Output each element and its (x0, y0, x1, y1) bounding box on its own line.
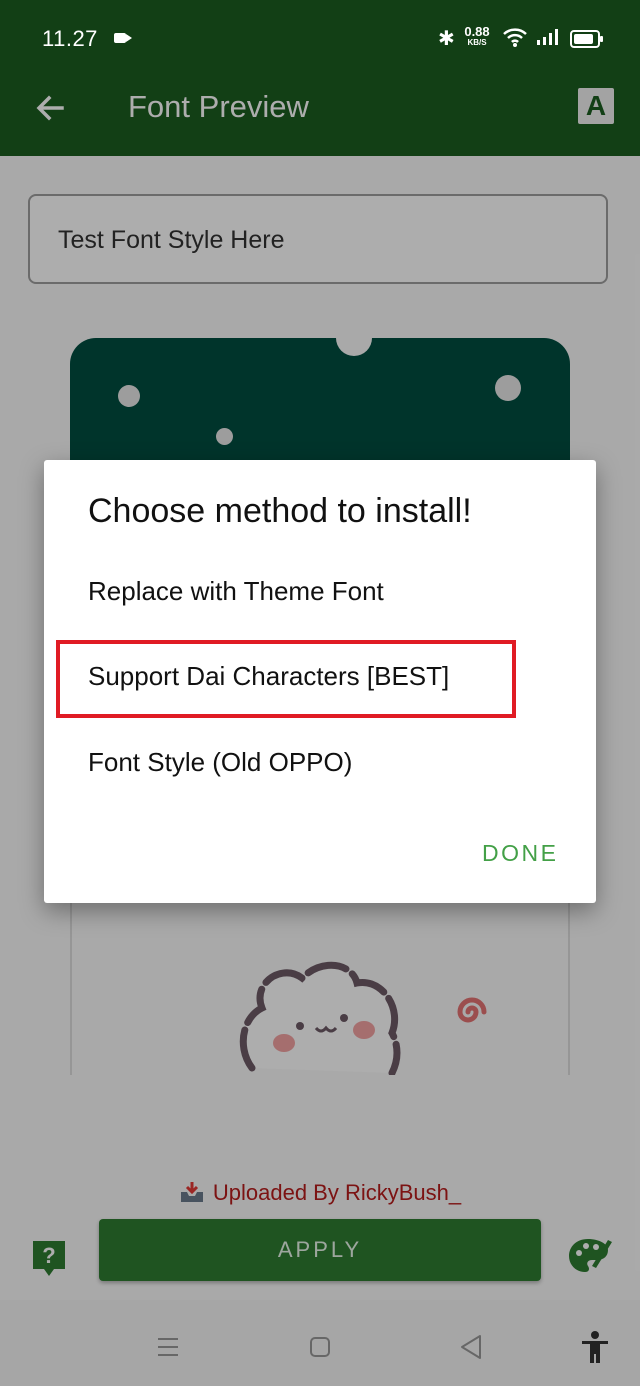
network-speed: 0.88 KB/S (464, 24, 490, 47)
option-font-style-old-oppo[interactable]: Font Style (Old OPPO) (88, 747, 352, 778)
wifi-icon (502, 26, 528, 53)
dialog-title: Choose method to install! (88, 492, 472, 530)
bluetooth-icon: ✱ (438, 28, 455, 50)
signal-icon (536, 28, 562, 51)
battery-icon (570, 30, 603, 48)
done-button[interactable]: DONE (482, 840, 558, 867)
highlight-box (56, 640, 516, 718)
status-time: 11.27 (42, 26, 98, 51)
screen-record-icon (114, 33, 132, 43)
option-replace-theme-font[interactable]: Replace with Theme Font (88, 576, 384, 607)
